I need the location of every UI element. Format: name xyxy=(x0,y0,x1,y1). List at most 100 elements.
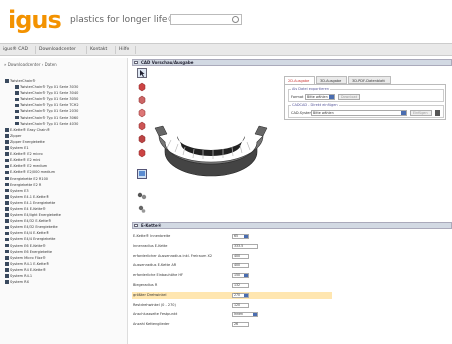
info-icon[interactable] xyxy=(435,110,440,116)
property-select[interactable]: Innen xyxy=(232,312,258,318)
tree-item-label: System E6 E-Kette® xyxy=(10,243,46,248)
folder-icon xyxy=(15,103,19,108)
chevron-down-icon[interactable] xyxy=(253,313,257,317)
cadsystem-value: Bitte wählen xyxy=(313,111,334,115)
folder-icon xyxy=(5,188,9,193)
tree-item-label: System R4.1 E-Kette® xyxy=(10,261,50,266)
folder-icon xyxy=(5,128,9,132)
chain-model-render[interactable] xyxy=(152,68,270,213)
folder-icon xyxy=(5,274,9,278)
tree-item-label: Energiekette E2 R xyxy=(10,182,42,187)
screen-icon[interactable] xyxy=(137,169,147,179)
select-tool-icon[interactable] xyxy=(137,68,147,78)
property-value: 150 xyxy=(234,273,241,278)
property-value: Innen xyxy=(234,312,243,317)
chevron-down-icon[interactable] xyxy=(401,111,406,115)
property-input[interactable]: 400 xyxy=(232,253,249,259)
tree-item[interactable]: System RX xyxy=(4,279,126,285)
property-label: Anschlussseite Festpunkt xyxy=(133,312,178,317)
3d-viewer[interactable] xyxy=(152,68,270,213)
property-value: 132 xyxy=(234,283,241,287)
nav-igus-cad[interactable]: igus® CAD xyxy=(0,46,36,54)
side-view-icon[interactable] xyxy=(137,148,147,158)
property-row: E-Kette® Innenbreite 65 xyxy=(132,233,332,240)
property-input[interactable]: 120 xyxy=(232,302,249,308)
tree-item-label: TwisterChain® Typ 01 Serie 4030 xyxy=(20,121,79,126)
property-input[interactable]: 26 xyxy=(232,322,249,328)
folder-icon xyxy=(5,79,9,83)
property-input[interactable]: 333.5 xyxy=(232,243,258,249)
properties-form: E-Kette® Innenbreite 65 Innenradius E-Kett… xyxy=(132,231,452,344)
folder-icon xyxy=(15,85,19,89)
collapse-icon[interactable] xyxy=(134,224,138,227)
nav-hilfe[interactable]: Hilfe xyxy=(116,46,136,54)
folder-icon xyxy=(15,121,19,126)
tab-3d-pdf-datenblatt[interactable]: 3D-PDF-Datenblatt xyxy=(348,76,391,84)
output-tab-pane: Als Datei exportieren Format Bitte wähle… xyxy=(284,84,446,120)
viewer-toolbar xyxy=(135,68,150,216)
rotate-icon[interactable] xyxy=(137,82,147,92)
igus-logo[interactable]: igus xyxy=(8,8,62,32)
property-select[interactable]: 65 xyxy=(232,234,249,239)
tree-item-label: E-Kette® Easy Chain® xyxy=(10,127,51,132)
property-input[interactable]: 132 xyxy=(232,283,249,288)
property-label: Anzahl Kettenglieder xyxy=(133,322,170,327)
property-input[interactable]: 400 xyxy=(232,263,249,269)
settings-icon[interactable] xyxy=(137,191,147,201)
cad-panel-title: CAD Vorschau/Ausgabe xyxy=(141,60,194,65)
fit-view-icon[interactable] xyxy=(137,121,147,131)
tree-item-label: TwisterChain® Typ 01 Serie 3040 xyxy=(20,91,79,96)
page: igus plastics for longer life® igus® CAD… xyxy=(0,0,452,344)
property-row: Biegeradius R 132 xyxy=(132,282,332,289)
format-label: Format xyxy=(291,95,304,99)
tree-item-label: TwisterChain® Typ 01 Serie 3060 xyxy=(20,115,79,120)
properties-panel-title: E-Kette® xyxy=(141,223,162,228)
folder-icon xyxy=(5,268,9,272)
properties-panel-header[interactable]: E-Kette® xyxy=(132,222,452,229)
help-icon[interactable] xyxy=(137,204,147,214)
chevron-down-icon[interactable] xyxy=(244,235,248,238)
cad-panel-header[interactable]: CAD Vorschau/Ausgabe xyxy=(132,59,452,66)
folder-icon xyxy=(5,152,9,156)
property-row: erforderliche Einbauhöhe HF 150 xyxy=(132,272,332,279)
search-icon[interactable] xyxy=(232,16,239,23)
cadsystem-select[interactable]: Bitte wählen xyxy=(311,110,407,116)
folder-icon xyxy=(15,109,19,114)
tree-item-label: System E4/light Energiekette xyxy=(10,213,61,218)
collapse-icon[interactable] xyxy=(134,61,138,64)
tab-3d-ausgabe[interactable]: 3D-Ausgabe xyxy=(316,76,347,84)
property-select[interactable]: 150 xyxy=(232,273,249,279)
search-input[interactable] xyxy=(170,14,242,25)
nav-downloadcenter[interactable]: Downloadcenter xyxy=(36,46,87,54)
folder-icon xyxy=(5,158,9,163)
property-value: 400 xyxy=(234,253,241,258)
zoom-icon[interactable] xyxy=(137,108,147,118)
tree-item-label: System R4.1 xyxy=(10,274,33,278)
chevron-down-icon[interactable] xyxy=(244,293,248,297)
folder-icon xyxy=(5,146,9,150)
property-value: 26 xyxy=(234,322,239,327)
property-row: Anschlussseite Festpunkt Innen xyxy=(132,311,332,318)
chevron-down-icon[interactable] xyxy=(244,274,248,278)
download-button[interactable]: Download xyxy=(338,94,360,100)
property-label: erforderlicher Aussenradius inkl. Freira… xyxy=(133,253,213,258)
export-file-group: Als Datei exportieren Format Bitte wähle… xyxy=(288,87,444,102)
tree-item-label: System E4/4 Energiekette xyxy=(10,237,56,242)
tree-item-label: Energiekette E2 R100 xyxy=(10,176,49,181)
property-select[interactable]: 270 xyxy=(232,292,249,298)
front-view-icon[interactable] xyxy=(137,134,147,144)
pan-icon[interactable] xyxy=(137,95,147,105)
tab-2d-ausgabe[interactable]: 2D-Ausgabe xyxy=(284,76,315,84)
tree-item-label: E-Kette® E2/000 medium xyxy=(10,170,56,175)
insert-button[interactable]: Einfügen xyxy=(410,110,432,116)
chevron-down-icon[interactable] xyxy=(329,95,334,99)
folder-icon xyxy=(15,115,19,120)
tree-item-label: System Micro Flizz® xyxy=(10,255,46,260)
property-label: Restdrehwinkel (0 - 270) xyxy=(133,302,176,307)
folder-icon xyxy=(5,201,9,205)
tree-item-label: System E4 E-Kette® xyxy=(10,206,46,211)
folder-icon xyxy=(5,225,9,230)
main-navigation: igus® CAD Downloadcenter Kontakt Hilfe xyxy=(0,43,452,56)
format-select[interactable]: Bitte wählen xyxy=(305,94,335,100)
nav-kontakt[interactable]: Kontakt xyxy=(87,46,116,54)
